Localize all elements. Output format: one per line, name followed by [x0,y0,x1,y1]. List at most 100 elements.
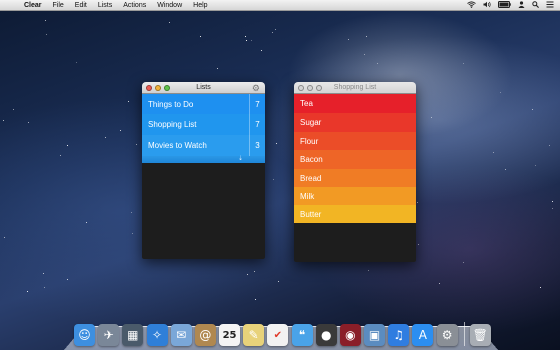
lists-window-titlebar[interactable]: Lists ⚙ [142,82,265,94]
menu-actions[interactable]: Actions [123,0,146,11]
list-item-label: Things to Do [148,99,194,109]
star [552,201,553,202]
search-icon[interactable] [532,1,539,10]
minimize-button[interactable] [307,85,313,91]
task-item-label: Bread [300,173,322,183]
new-list-pull-tab[interactable]: ⇣ [142,156,265,163]
contacts-icon[interactable]: @ [194,324,216,346]
star [273,179,274,180]
list-item-count: 7 [249,114,265,135]
star [251,40,252,41]
close-button[interactable] [146,85,152,91]
star [105,137,106,138]
facetime-icon[interactable]: ● [315,324,337,346]
star [245,36,246,37]
star [67,145,68,146]
star [28,122,29,123]
task-item-bacon[interactable]: Bacon [294,150,416,169]
star [535,165,536,166]
task-item-milk[interactable]: Milk [294,187,416,205]
star [255,299,256,300]
task-item-label: Butter [300,209,322,219]
star [76,62,77,63]
minimize-button[interactable] [155,85,161,91]
menu-window[interactable]: Window [157,0,182,11]
star [366,36,367,37]
list-item-count: 3 [249,135,265,156]
star [272,32,273,33]
menu-bar: Clear File Edit Lists Actions Window Hel… [0,0,560,11]
list-item-label: Shopping List [148,120,197,129]
dock-separator [463,322,465,346]
window-title: Shopping List [333,84,377,91]
task-item-tea[interactable]: Tea [294,94,416,113]
list-item-shopping-list[interactable]: Shopping List 7 [142,114,265,135]
task-item-label: Bacon [300,155,323,164]
star [200,36,201,37]
list-item-things-to-do[interactable]: Things to Do 7 [142,94,265,114]
task-item-bread[interactable]: Bread [294,169,416,187]
mail-icon[interactable]: ✉ [170,324,192,346]
star [364,54,365,55]
task-item-sugar[interactable]: Sugar [294,113,416,132]
list-item-label: Movies to Watch [148,141,207,150]
star [278,281,279,282]
star [261,50,262,51]
app-store-icon[interactable]: A [412,324,434,346]
star [368,270,369,271]
iphoto-icon[interactable]: ▣ [364,324,386,346]
star [463,63,464,64]
wifi-icon[interactable] [467,1,476,10]
star [3,120,4,121]
star [247,274,248,275]
star [532,109,533,110]
launchpad-icon[interactable]: ✈ [98,324,120,346]
star [348,39,349,40]
star [132,233,133,234]
star [60,155,61,156]
menu-file[interactable]: File [53,0,64,11]
star [136,144,137,145]
star [86,222,87,223]
lists-window: Lists ⚙ Things to Do 7 Shopping List 7 M… [142,82,265,259]
itunes-icon[interactable]: ♫ [388,324,410,346]
star [4,237,5,238]
menu-edit[interactable]: Edit [75,0,87,11]
shopping-window-titlebar[interactable]: Shopping List [294,82,416,94]
photo-booth-icon[interactable]: ◉ [339,324,361,346]
notes-icon[interactable]: ✎ [243,324,265,346]
close-button[interactable] [298,85,304,91]
mission-control-icon[interactable]: ▦ [122,324,144,346]
user-icon[interactable] [518,1,525,10]
battery-icon[interactable] [498,1,511,10]
dock: ☺ ✈ ▦ ✧ ✉ @25 ✎ ✔ ❝ ● ◉ ▣ ♫ A ⚙ 🗑 [74,318,494,346]
list-item-count: 7 [249,94,265,114]
menu-lists[interactable]: Lists [98,0,112,11]
volume-icon[interactable] [483,1,491,10]
lists-list: Things to Do 7 Shopping List 7 Movies to… [142,94,265,259]
gear-icon[interactable]: ⚙ [252,82,260,94]
system-preferences-icon[interactable]: ⚙ [436,324,458,346]
list-icon[interactable] [546,1,554,10]
menu-help[interactable]: Help [193,0,207,11]
task-item-label: Tea [300,99,313,108]
calendar-icon[interactable]: 25 [219,324,241,346]
list-item-movies-to-watch[interactable]: Movies to Watch 3 [142,135,265,156]
star [377,63,378,64]
shopping-list-window: Shopping List Tea Sugar Flour Bacon Brea… [294,82,416,262]
task-item-flour[interactable]: Flour [294,132,416,150]
star [67,279,68,280]
star [217,68,218,69]
task-item-label: Milk [300,191,315,201]
task-item-butter[interactable]: Butter [294,205,416,223]
messages-icon[interactable]: ❝ [291,324,313,346]
trash-icon[interactable]: 🗑 [469,324,491,346]
finder-icon[interactable]: ☺ [74,324,95,346]
star [418,244,419,245]
safari-icon[interactable]: ✧ [146,324,168,346]
window-title: Lists [196,84,211,91]
zoom-button[interactable] [316,85,322,91]
reminders-icon[interactable]: ✔ [267,324,289,346]
zoom-button[interactable] [164,85,170,91]
menu-app-name[interactable]: Clear [24,0,42,11]
